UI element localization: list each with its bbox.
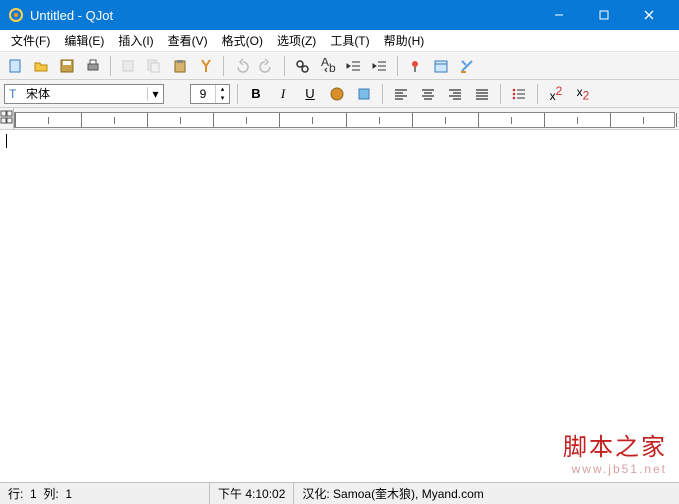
font-size: 9 [191, 87, 215, 101]
menu-file[interactable]: 文件(F) [4, 30, 57, 51]
close-button[interactable] [626, 0, 671, 30]
italic-button[interactable]: I [272, 83, 294, 105]
menubar: 文件(F) 编辑(E) 插入(I) 查看(V) 格式(O) 选项(Z) 工具(T… [0, 30, 679, 52]
window-title: Untitled - QJot [30, 8, 536, 23]
print-button[interactable] [82, 55, 104, 77]
ruler[interactable] [14, 112, 675, 128]
separator [284, 56, 285, 76]
open-button[interactable] [30, 55, 52, 77]
separator [237, 84, 238, 104]
menu-format[interactable]: 格式(O) [215, 30, 270, 51]
font-selector[interactable]: T 宋体 ▾ [4, 84, 164, 104]
menu-view[interactable]: 查看(V) [161, 30, 215, 51]
ruler-gutter [0, 108, 14, 130]
chevron-down-icon[interactable]: ▾ [147, 87, 163, 101]
new-button[interactable] [4, 55, 26, 77]
separator [397, 56, 398, 76]
redo-button[interactable] [256, 55, 278, 77]
titlebar: Untitled - QJot [0, 0, 679, 30]
bold-button[interactable]: B [245, 83, 267, 105]
menu-insert[interactable]: 插入(I) [111, 30, 160, 51]
superscript-button[interactable]: x2 [545, 83, 567, 105]
paste-button[interactable] [169, 55, 191, 77]
highlight-button[interactable] [353, 83, 375, 105]
indent-decrease-button[interactable] [343, 55, 365, 77]
maximize-button[interactable] [581, 0, 626, 30]
cut-button[interactable] [117, 55, 139, 77]
date-button[interactable] [430, 55, 452, 77]
font-name: 宋体 [23, 85, 147, 102]
toolbar-format: T 宋体 ▾ 9 ▴▾ B I U x2 x2 [0, 80, 679, 108]
font-size-selector[interactable]: 9 ▴▾ [190, 84, 230, 104]
status-time: 下午 4:10:02 [210, 483, 294, 504]
menu-tools[interactable]: 工具(T) [323, 30, 376, 51]
toolbar-main: Ab [0, 52, 679, 80]
subscript-button[interactable]: x2 [572, 83, 594, 105]
font-color-button[interactable] [326, 83, 348, 105]
align-center-button[interactable] [417, 83, 439, 105]
separator [223, 56, 224, 76]
undo-button[interactable] [230, 55, 252, 77]
size-down[interactable]: ▾ [215, 94, 229, 103]
status-credit: 汉化: Samoa(奎木狼), Myand.com [294, 483, 679, 504]
minimize-button[interactable] [536, 0, 581, 30]
menu-options[interactable]: 选项(Z) [270, 30, 323, 51]
svg-text:b: b [329, 61, 336, 74]
pin-button[interactable] [404, 55, 426, 77]
editor-area[interactable] [0, 130, 679, 482]
menu-edit[interactable]: 编辑(E) [57, 30, 111, 51]
align-left-button[interactable] [390, 83, 412, 105]
size-up[interactable]: ▴ [215, 85, 229, 94]
separator [110, 56, 111, 76]
copy-button[interactable] [143, 55, 165, 77]
indent-increase-button[interactable] [369, 55, 391, 77]
app-icon [8, 7, 24, 23]
replace-button[interactable]: Ab [317, 55, 339, 77]
align-justify-button[interactable] [471, 83, 493, 105]
statusbar: 行: 1 列: 1 下午 4:10:02 汉化: Samoa(奎木狼), Mya… [0, 482, 679, 504]
ruler-area [0, 108, 679, 130]
align-right-button[interactable] [444, 83, 466, 105]
delete-button[interactable] [195, 55, 217, 77]
status-position: 行: 1 列: 1 [0, 483, 210, 504]
underline-button[interactable]: U [299, 83, 321, 105]
find-button[interactable] [291, 55, 313, 77]
svg-text:A: A [321, 58, 329, 69]
separator [500, 84, 501, 104]
separator [537, 84, 538, 104]
svg-text:T: T [9, 87, 17, 101]
clear-format-button[interactable] [456, 55, 478, 77]
save-button[interactable] [56, 55, 78, 77]
bullet-list-button[interactable] [508, 83, 530, 105]
text-cursor [6, 134, 7, 148]
separator [382, 84, 383, 104]
menu-help[interactable]: 帮助(H) [377, 30, 432, 51]
font-icon: T [5, 87, 23, 101]
